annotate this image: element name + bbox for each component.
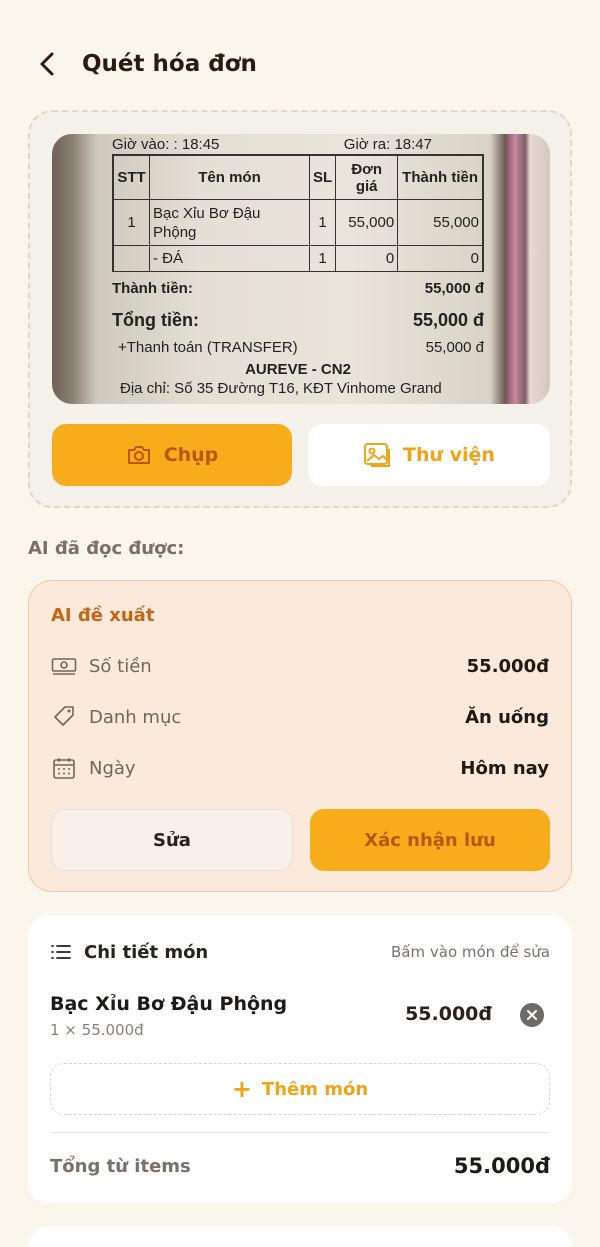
receipt-cell: 0 bbox=[335, 245, 399, 272]
page-title: Quét hóa đơn bbox=[82, 51, 257, 77]
item-qty-price: 1 × 55.000đ bbox=[50, 1021, 144, 1039]
ai-field-date[interactable]: Ngày Hôm nay bbox=[51, 751, 549, 785]
items-total: Tổng từ items 55.000đ bbox=[50, 1151, 550, 1181]
receipt-store: AUREVE - CN2 bbox=[245, 361, 351, 378]
next-card bbox=[28, 1226, 572, 1247]
receipt-payment-label: +Thanh toán (TRANSFER) bbox=[118, 339, 298, 356]
ai-suggestion-card: AI đề xuất Số tiền 55.000đ Danh mục Ăn u… bbox=[28, 580, 572, 892]
ai-field-amount[interactable]: Số tiền 55.000đ bbox=[51, 649, 549, 683]
receipt-subtotal-label: Thành tiền: bbox=[112, 280, 193, 297]
ai-field-value: 55.000đ bbox=[466, 655, 549, 677]
ai-field-value: Hôm nay bbox=[460, 757, 549, 779]
receipt-time-in: Giờ vào: : 18:45 bbox=[112, 136, 220, 153]
add-item-button[interactable]: + Thêm món bbox=[50, 1063, 550, 1115]
receipt-total-label: Tổng tiền: bbox=[112, 310, 199, 330]
scan-card: Giờ vào: : 18:45 Giờ ra: 18:47 STT Tên m… bbox=[28, 110, 572, 508]
receipt-subtotal-value: 55,000 đ bbox=[424, 280, 484, 297]
item-details-header: Chi tiết món Bấm vào món để sửa bbox=[50, 937, 550, 967]
library-button[interactable]: Thư viện bbox=[308, 424, 550, 486]
ai-field-category[interactable]: Danh mục Ăn uống bbox=[51, 700, 549, 734]
library-label: Thư viện bbox=[403, 444, 495, 466]
receipt-total: Tổng tiền: 55,000 đ bbox=[112, 310, 484, 331]
ai-field-label: Danh mục bbox=[89, 706, 182, 728]
item-details-title: Chi tiết món bbox=[84, 941, 209, 963]
receipt-subtotal: Thành tiền: 55,000 đ bbox=[112, 280, 484, 297]
capture-button[interactable]: Chụp bbox=[52, 424, 292, 486]
confirm-save-button[interactable]: Xác nhận lưu bbox=[310, 809, 550, 871]
list-item[interactable]: Bạc Xỉu Bơ Đậu Phộng 1 × 55.000đ 55.000đ bbox=[50, 991, 550, 1047]
calendar-icon bbox=[51, 755, 77, 781]
receipt-cell: 1 bbox=[308, 199, 337, 246]
receipt-address: Địa chỉ: Số 35 Đường T16, KĐT Vinhome Gr… bbox=[120, 380, 442, 397]
item-price: 55.000đ bbox=[405, 1003, 492, 1025]
receipt-cell: Bạc Xỉu Bơ Đậu Phộng bbox=[149, 199, 310, 246]
ai-field-label: Số tiền bbox=[89, 655, 152, 677]
items-total-value: 55.000đ bbox=[453, 1154, 550, 1178]
receipt-total-value: 55,000 đ bbox=[412, 310, 484, 330]
item-name: Bạc Xỉu Bơ Đậu Phộng bbox=[50, 993, 288, 1015]
receipt-cell bbox=[113, 245, 150, 272]
receipt-col-qty: SL bbox=[308, 155, 337, 200]
receipt-payment: +Thanh toán (TRANSFER) 55,000 đ bbox=[118, 339, 484, 356]
items-total-label: Tổng từ items bbox=[50, 1155, 191, 1177]
receipt-col-name: Tên món bbox=[149, 155, 310, 200]
receipt-cell: 55,000 bbox=[335, 199, 399, 246]
receipt-cell: 1 bbox=[113, 199, 150, 246]
edit-button[interactable]: Sửa bbox=[51, 809, 293, 871]
money-icon bbox=[51, 653, 77, 679]
camera-icon bbox=[127, 446, 150, 464]
gallery-icon bbox=[364, 443, 391, 467]
ai-field-label: Ngày bbox=[89, 757, 136, 779]
ai-title: AI đề xuất bbox=[51, 605, 155, 626]
close-icon bbox=[527, 1010, 537, 1020]
receipt-table: STT Tên món SL Đơn giá Thành tiền 1 Bạc … bbox=[112, 154, 484, 272]
plus-icon: + bbox=[231, 1075, 252, 1103]
add-item-label: Thêm món bbox=[261, 1078, 369, 1100]
capture-label: Chụp bbox=[163, 444, 219, 466]
item-details-card: Chi tiết món Bấm vào món để sửa Bạc Xỉu … bbox=[28, 915, 572, 1203]
receipt-times: Giờ vào: : 18:45 Giờ ra: 18:47 bbox=[112, 136, 490, 153]
receipt-cell: 0 bbox=[397, 245, 483, 272]
receipt-cell: - ĐÁ bbox=[149, 245, 310, 272]
receipt-photo: Giờ vào: : 18:45 Giờ ra: 18:47 STT Tên m… bbox=[52, 134, 550, 404]
ai-section-label: AI đã đọc được: bbox=[28, 538, 185, 559]
chevron-left-icon bbox=[40, 52, 54, 76]
receipt-time-out: Giờ ra: 18:47 bbox=[343, 136, 432, 153]
list-icon bbox=[51, 945, 71, 959]
item-details-hint: Bấm vào món để sửa bbox=[391, 943, 550, 961]
header: Quét hóa đơn bbox=[0, 0, 600, 128]
divider bbox=[50, 1132, 550, 1133]
receipt-col-unit: Đơn giá bbox=[335, 155, 399, 200]
receipt-cell: 1 bbox=[308, 245, 337, 272]
receipt-col-stt: STT bbox=[113, 155, 150, 200]
tag-icon bbox=[51, 704, 77, 730]
ai-field-value: Ăn uống bbox=[465, 706, 549, 728]
receipt-col-amount: Thành tiền bbox=[397, 155, 483, 200]
receipt-cell: 55,000 bbox=[397, 199, 483, 246]
remove-item-button[interactable] bbox=[520, 1003, 544, 1027]
receipt-payment-value: 55,000 đ bbox=[425, 339, 484, 356]
back-button[interactable] bbox=[30, 46, 66, 82]
